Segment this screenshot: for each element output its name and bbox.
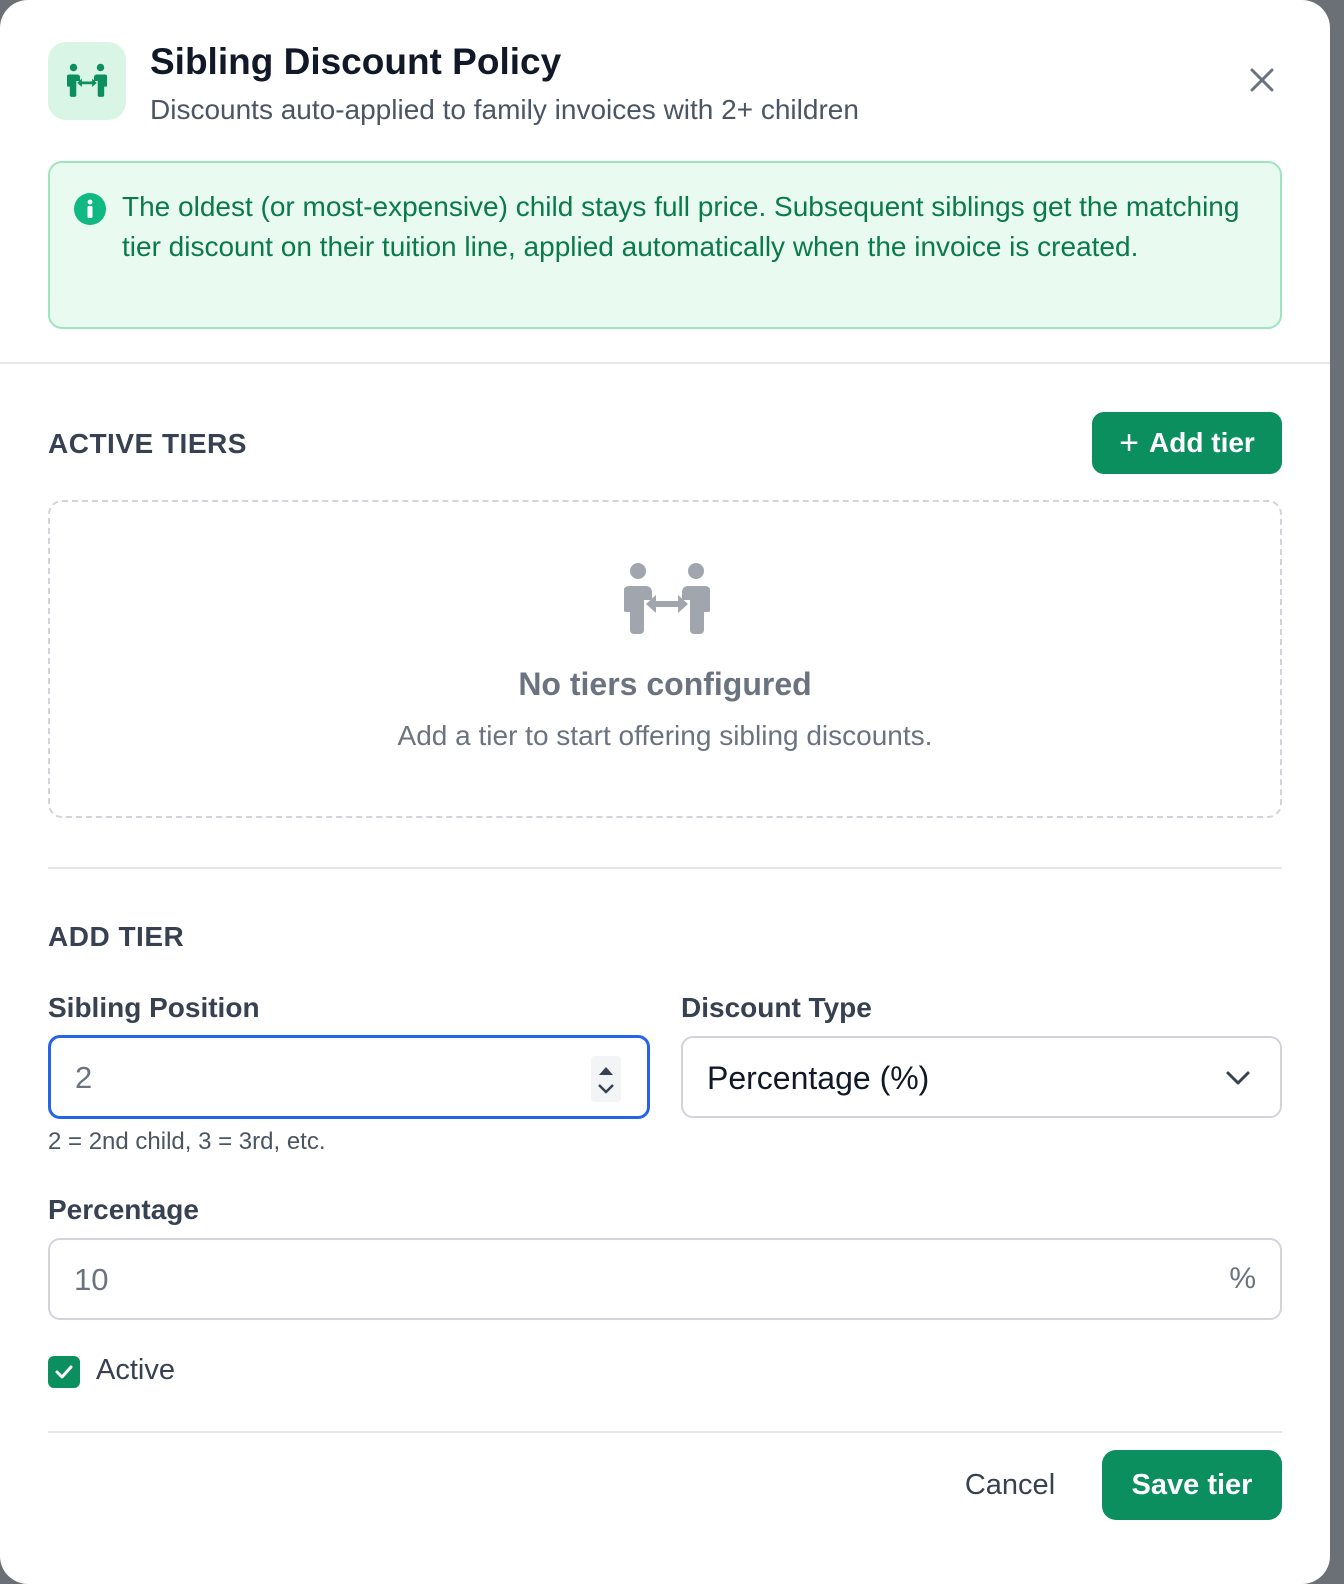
- dialog-subtitle: Discounts auto-applied to family invoice…: [150, 94, 859, 125]
- header-divider: [0, 362, 1330, 364]
- sibling-position-input[interactable]: 2: [48, 1035, 650, 1119]
- active-checkbox-label: Active: [96, 1354, 175, 1386]
- discount-type-value: Percentage (%): [707, 1060, 930, 1096]
- chevron-down-icon: [1226, 1071, 1250, 1085]
- percent-suffix: %: [1229, 1262, 1256, 1295]
- percentage-label: Percentage: [48, 1194, 199, 1225]
- info-banner: The oldest (or most-expensive) child sta…: [48, 161, 1282, 329]
- sibling-exchange-icon: [624, 563, 710, 634]
- checkmark-icon: [55, 1365, 73, 1379]
- close-icon: [1250, 68, 1274, 92]
- add-tier-heading: ADD TIER: [48, 921, 185, 952]
- add-tier-button-label: Add tier: [1149, 427, 1255, 458]
- discount-type-select[interactable]: Percentage (%): [681, 1036, 1282, 1118]
- active-checkbox[interactable]: [48, 1356, 80, 1388]
- save-tier-button[interactable]: Save tier: [1102, 1450, 1282, 1520]
- sibling-exchange-icon: [48, 42, 126, 120]
- sibling-position-hint: 2 = 2nd child, 3 = 3rd, etc.: [48, 1128, 326, 1155]
- empty-state: No tiers configured Add a tier to start …: [48, 500, 1282, 818]
- section-divider: [48, 867, 1282, 869]
- close-button[interactable]: [1242, 60, 1282, 100]
- sibling-position-label: Sibling Position: [48, 992, 260, 1023]
- info-banner-text: The oldest (or most-expensive) child sta…: [122, 191, 1240, 262]
- info-icon: [74, 193, 106, 225]
- empty-state-title: No tiers configured: [518, 666, 812, 702]
- percentage-input[interactable]: 10 %: [48, 1238, 1282, 1320]
- sibling-discount-dialog: Sibling Discount Policy Discounts auto-a…: [0, 0, 1330, 1584]
- cancel-button[interactable]: Cancel: [940, 1450, 1080, 1520]
- percentage-value: 10: [74, 1262, 109, 1297]
- dialog-title: Sibling Discount Policy: [150, 41, 562, 82]
- plus-icon: +: [1119, 424, 1140, 462]
- active-tiers-heading: ACTIVE TIERS: [48, 428, 247, 459]
- empty-state-subtitle: Add a tier to start offering sibling dis…: [397, 720, 933, 751]
- add-tier-button[interactable]: + Add tier: [1092, 412, 1282, 474]
- number-spinner[interactable]: [591, 1056, 621, 1102]
- dialog-header: Sibling Discount Policy Discounts auto-a…: [48, 41, 1282, 125]
- sibling-position-value: 2: [75, 1060, 93, 1095]
- discount-type-label: Discount Type: [681, 992, 872, 1023]
- footer-divider: [48, 1431, 1282, 1433]
